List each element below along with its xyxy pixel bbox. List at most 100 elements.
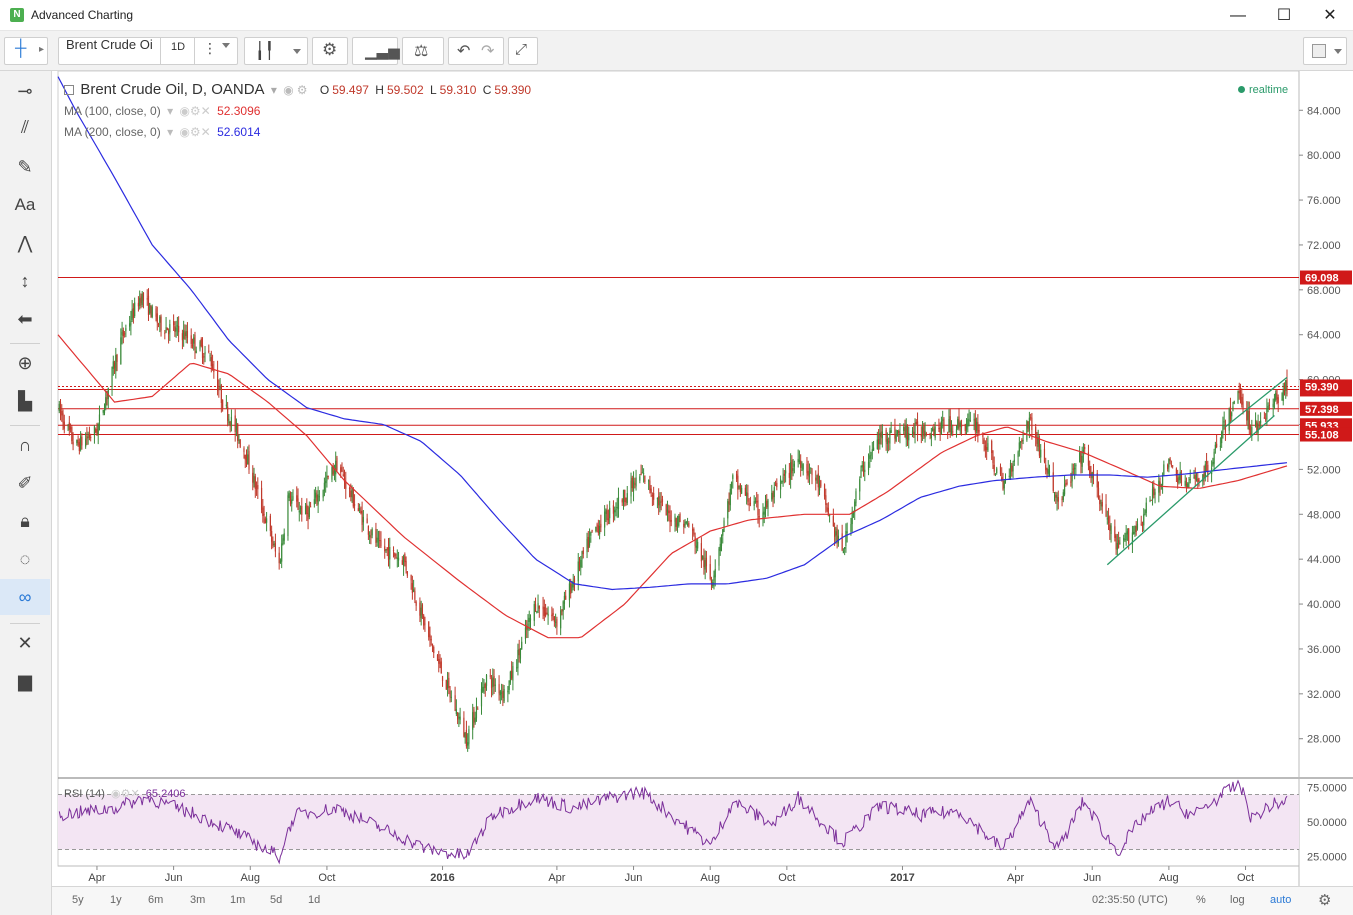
candle-body xyxy=(1268,404,1271,406)
candle-body xyxy=(1237,391,1239,404)
compare-button[interactable]: ⚖ xyxy=(402,37,444,65)
undo-icon[interactable]: ↶ xyxy=(457,41,470,61)
candle-body xyxy=(660,501,662,503)
candle-body xyxy=(1019,441,1022,443)
candle-body xyxy=(1197,478,1199,482)
chart-area[interactable]: 84.00080.00076.00072.00068.00064.00060.0… xyxy=(52,71,1353,915)
redo-icon[interactable]: ↷ xyxy=(481,41,494,61)
chart-settings-gear-icon[interactable]: ⚙ xyxy=(1318,891,1331,909)
hide-drawings-tool[interactable]: ◌ xyxy=(0,541,50,577)
log-toggle[interactable]: log xyxy=(1230,894,1245,906)
candle-body xyxy=(859,479,861,492)
candle-body xyxy=(68,422,70,430)
magnet-tool[interactable]: ∩ xyxy=(0,427,50,463)
candle-body xyxy=(299,507,302,510)
rsi-controls-icon[interactable]: ◉⚙✕ xyxy=(111,788,140,800)
candle-body xyxy=(298,510,300,513)
candle-body xyxy=(509,671,511,683)
candle-body xyxy=(147,295,150,315)
candle-body xyxy=(889,430,891,444)
zoom-tool[interactable]: ⊕ xyxy=(0,345,50,381)
layout-button[interactable] xyxy=(1303,37,1347,65)
legend-dropdown-icon[interactable]: ▾ xyxy=(271,83,277,97)
more-vertical-icon[interactable]: ⋮ xyxy=(203,40,217,57)
fib-tool[interactable]: ⫽ xyxy=(0,109,50,145)
stay-drawing-tool[interactable]: ✐ xyxy=(0,465,50,501)
crosshair-tool-button[interactable]: ┼ ▸ xyxy=(4,37,48,65)
candle-body xyxy=(1247,410,1249,420)
candle-body xyxy=(1128,528,1130,544)
collapse-legend-icon[interactable] xyxy=(64,85,74,95)
candle-body xyxy=(122,330,124,336)
range-button-1d[interactable]: 1d xyxy=(308,894,320,906)
eye-icon[interactable]: ◉ xyxy=(283,83,293,97)
range-button-1y[interactable]: 1y xyxy=(110,894,122,906)
candle-body xyxy=(166,327,168,331)
candle-body xyxy=(693,529,695,535)
maximize-button[interactable]: ☐ xyxy=(1261,0,1307,31)
candle-body xyxy=(1107,516,1110,524)
range-button-5y[interactable]: 5y xyxy=(72,894,84,906)
sync-drawings-tool[interactable]: ∞ xyxy=(0,579,50,615)
candle-body xyxy=(415,601,417,606)
symbol-input[interactable]: Brent Crude Oi xyxy=(66,37,153,52)
settings-small-icon[interactable]: ⚙ xyxy=(297,83,308,97)
minimize-button[interactable]: — xyxy=(1215,0,1261,31)
y-tick-label: 76.000 xyxy=(1307,195,1341,207)
candle-body xyxy=(921,427,924,434)
candle-body xyxy=(968,418,970,420)
ma200-value: 52.6014 xyxy=(217,125,261,139)
chart-style-button[interactable]: ╽╿ xyxy=(244,37,308,65)
settings-button[interactable]: ⚙ xyxy=(312,37,348,65)
candle-body xyxy=(1195,479,1198,481)
interval-dropdown-icon[interactable] xyxy=(222,43,230,48)
candle-body xyxy=(1223,421,1225,423)
range-button-5d[interactable]: 5d xyxy=(270,894,282,906)
delete-drawings-tool[interactable]: ▆ xyxy=(0,663,50,699)
candle-body xyxy=(1153,487,1155,496)
candle-body xyxy=(508,680,510,691)
interval-button[interactable]: 1D xyxy=(171,41,185,53)
candle-body xyxy=(301,506,303,515)
measure-tool[interactable]: ↕ xyxy=(0,263,50,299)
candle-body xyxy=(746,492,748,497)
back-tool[interactable]: ⬅ xyxy=(0,301,50,337)
candle-body xyxy=(800,460,802,468)
candle-body xyxy=(1150,499,1152,501)
brush-tool[interactable]: ✎ xyxy=(0,149,50,185)
indicators-button[interactable]: ▁▃▅ xyxy=(352,37,400,65)
trend-line-tool[interactable]: ⊸ xyxy=(0,73,50,109)
price-chart[interactable]: 84.00080.00076.00072.00068.00064.00060.0… xyxy=(52,71,1353,886)
lock-tool[interactable]: 🔒︎ xyxy=(0,503,50,539)
candle-body xyxy=(272,541,274,546)
ruler-tool[interactable]: ▙ xyxy=(0,383,50,419)
auto-toggle[interactable]: auto xyxy=(1270,894,1291,906)
range-button-3m[interactable]: 3m xyxy=(190,894,205,906)
candle-body xyxy=(1194,475,1196,480)
candle-body xyxy=(164,332,166,334)
candle-body xyxy=(1071,471,1073,482)
percent-toggle[interactable]: % xyxy=(1196,894,1206,906)
candle-body xyxy=(1124,539,1126,541)
candle-body xyxy=(201,345,204,359)
candle-body xyxy=(318,496,320,498)
ma100-dropdown-icon[interactable]: ▾ xyxy=(167,104,173,118)
fullscreen-button[interactable]: ⤢ xyxy=(508,37,538,65)
candle-body xyxy=(361,510,363,525)
ma200-dropdown-icon[interactable]: ▾ xyxy=(167,125,173,139)
range-button-1m[interactable]: 1m xyxy=(230,894,245,906)
tools-tool[interactable]: ✕ xyxy=(0,625,50,661)
ma200-controls-icon[interactable]: ◉⚙✕ xyxy=(179,125,210,139)
candle-body xyxy=(1047,469,1049,474)
candle-body xyxy=(825,495,827,505)
candle-body xyxy=(248,451,250,470)
pattern-tool[interactable]: ⋀ xyxy=(0,225,50,261)
range-button-6m[interactable]: 6m xyxy=(148,894,163,906)
candle-body xyxy=(634,483,636,485)
close-button[interactable]: ✕ xyxy=(1307,0,1353,31)
text-tool[interactable]: Aa xyxy=(0,187,50,223)
ma100-controls-icon[interactable]: ◉⚙✕ xyxy=(179,104,210,118)
candle-body xyxy=(552,612,554,616)
candle-body xyxy=(718,548,720,566)
x-tick-label: Apr xyxy=(88,872,105,884)
